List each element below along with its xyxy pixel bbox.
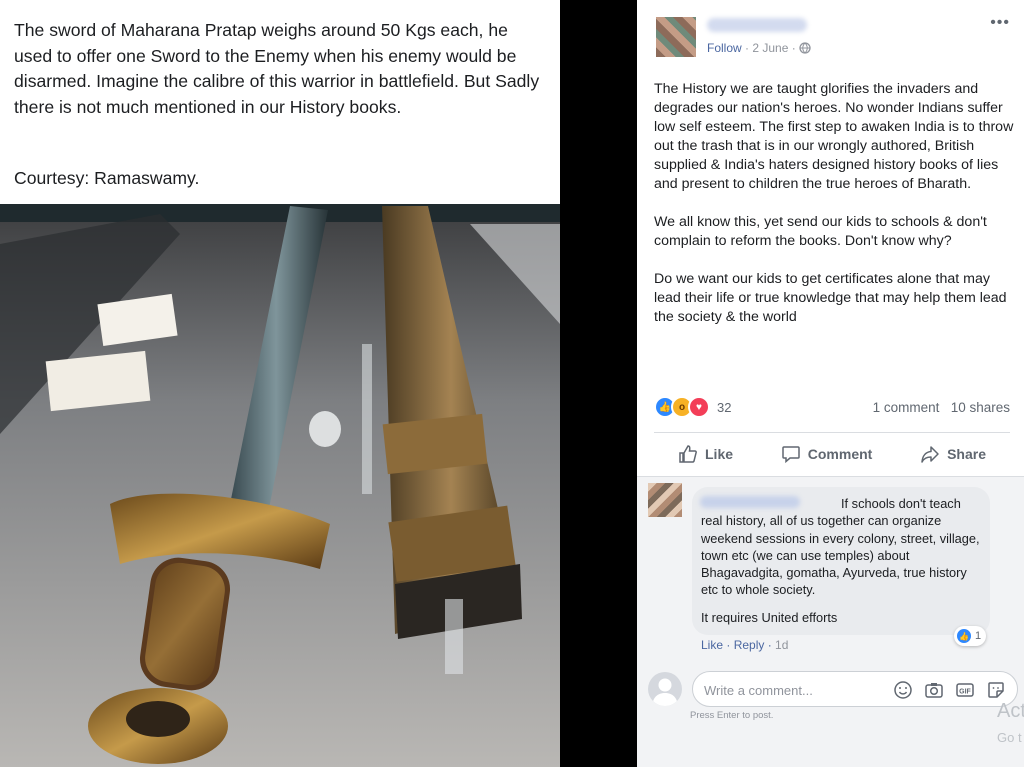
post-body-text: The History we are taught glorifies the … (654, 81, 1014, 325)
more-options-button[interactable]: ••• (990, 14, 1010, 32)
author-avatar[interactable] (656, 17, 696, 57)
svg-text:GIF: GIF (959, 689, 971, 696)
comment-label: Comment (807, 446, 873, 462)
reaction-summary[interactable]: 👍 o ♥ 32 (654, 396, 731, 418)
comment-button[interactable]: Comment (781, 440, 873, 468)
comment-body: If schools don't teach real history, all… (701, 496, 984, 598)
courtesy-text: Courtesy: Ramaswamy. (14, 168, 200, 188)
like-button[interactable]: Like (678, 440, 733, 468)
commenter-avatar[interactable] (648, 483, 682, 517)
comment-reply-link[interactable]: Reply (734, 638, 765, 652)
facebook-post-panel: Follow · 2 June · ••• The History we are… (637, 0, 1024, 767)
comment-text-2: It requires United efforts (701, 610, 838, 625)
like-label: Like (705, 446, 734, 462)
comment-like-link[interactable]: Like (701, 638, 723, 652)
current-user-avatar (648, 672, 682, 706)
like-reaction-icon: 👍 (956, 628, 972, 644)
sticker-icon[interactable] (986, 680, 1008, 700)
sword-photo (0, 204, 560, 767)
share-arrow-icon (921, 446, 939, 463)
comment-bubble-icon (782, 446, 800, 464)
comment-reaction-badge[interactable]: 👍 1 (954, 626, 987, 646)
comment-time[interactable]: 1d (775, 638, 788, 652)
shares-count-link[interactable]: 10 shares (951, 400, 1010, 415)
post-meta: Follow · 2 June · (707, 41, 811, 55)
love-reaction-icon: ♥ (688, 396, 710, 418)
thumbs-up-icon (679, 445, 697, 463)
comment-actions: Like · Reply · 1d (701, 638, 789, 652)
divider (654, 432, 1010, 433)
engagement-counts: 1 comment 10 shares (873, 400, 1010, 415)
reaction-count: 32 (717, 399, 732, 415)
comment-reaction-count: 1 (975, 630, 982, 642)
activate-windows-watermark-sub: Go t (997, 730, 1022, 745)
globe-icon (799, 42, 811, 54)
comments-count-link[interactable]: 1 comment (873, 400, 940, 415)
default-user-icon (652, 678, 678, 706)
emoji-icon[interactable] (893, 680, 915, 700)
camera-icon[interactable] (924, 680, 946, 700)
follow-link[interactable]: Follow (707, 41, 742, 55)
left-image-post: The sword of Maharana Pratap weighs arou… (0, 0, 560, 767)
activate-windows-watermark: Act (997, 700, 1024, 722)
share-button[interactable]: Share (920, 440, 986, 468)
comment-input-placeholder[interactable]: Write a comment... (704, 683, 813, 698)
press-enter-hint: Press Enter to post. (690, 710, 774, 721)
comment-text: If schools don't teach real history, all… (701, 495, 985, 599)
post-date[interactable]: · 2 June · (745, 41, 796, 55)
author-name-blurred[interactable] (707, 18, 807, 32)
share-label: Share (947, 446, 986, 462)
gif-icon[interactable]: GIF (955, 680, 977, 700)
composer-icons: GIF (893, 680, 1008, 700)
post-actions-bar: Like Comment Share (654, 440, 1010, 468)
post-caption: The sword of Maharana Pratap weighs arou… (14, 20, 545, 117)
